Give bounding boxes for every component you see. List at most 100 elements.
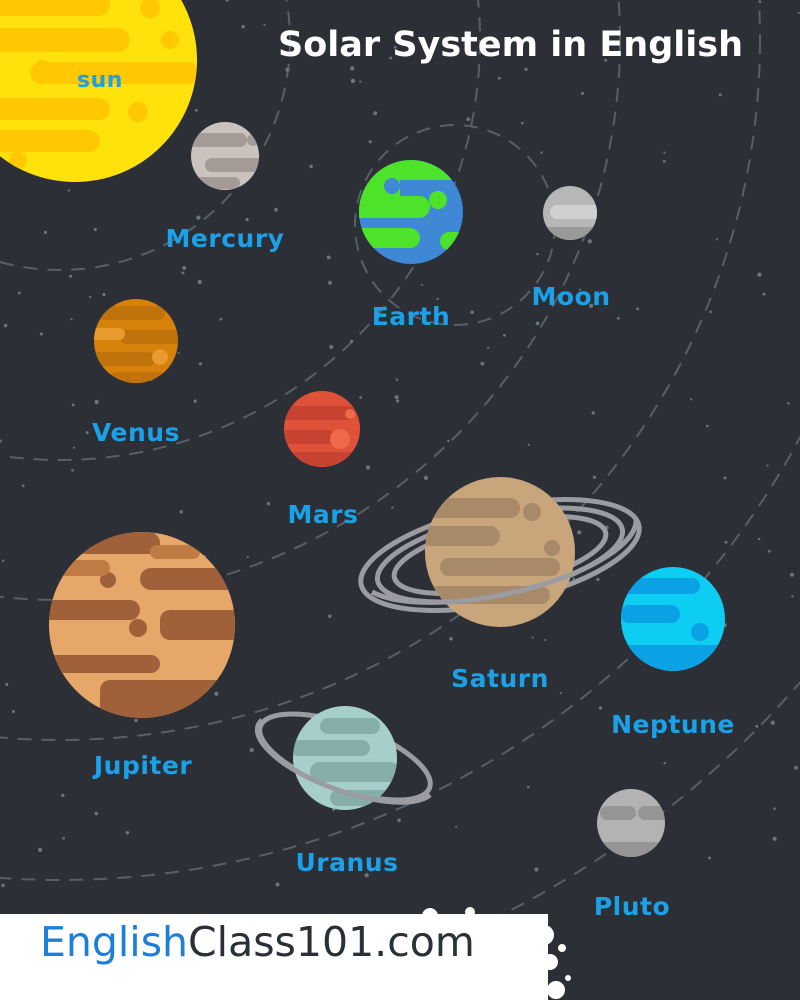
star — [373, 111, 378, 116]
star — [245, 217, 249, 222]
star — [455, 825, 458, 828]
star — [263, 23, 266, 26]
star — [767, 549, 771, 553]
brand-logo[interactable]: EnglishClass101.com — [40, 922, 475, 963]
star — [193, 399, 197, 403]
star — [85, 431, 89, 435]
star — [790, 572, 794, 577]
star — [470, 310, 474, 315]
star — [773, 807, 776, 810]
star — [757, 537, 761, 541]
moon-planet — [543, 186, 597, 240]
star — [349, 339, 354, 344]
star — [580, 91, 585, 95]
star — [757, 272, 762, 277]
star — [182, 265, 187, 270]
star — [225, 0, 229, 2]
star — [534, 867, 539, 872]
star — [274, 207, 278, 212]
label-mars: Mars — [287, 500, 359, 529]
star — [94, 811, 98, 816]
star — [275, 882, 280, 887]
star — [587, 239, 592, 244]
star — [37, 847, 43, 853]
star — [598, 706, 603, 710]
star — [724, 540, 728, 544]
star — [69, 274, 73, 278]
star — [423, 475, 429, 481]
star — [577, 530, 582, 535]
star — [449, 636, 453, 641]
star — [662, 159, 666, 163]
star — [787, 402, 790, 405]
star — [214, 691, 219, 696]
star — [0, 439, 2, 443]
star — [772, 836, 777, 841]
star — [249, 747, 254, 753]
star — [179, 510, 184, 514]
star — [197, 279, 202, 285]
star — [723, 476, 727, 480]
star — [326, 255, 331, 260]
star — [540, 151, 543, 154]
star — [395, 378, 399, 381]
star — [531, 636, 534, 639]
star — [89, 295, 92, 299]
star — [527, 443, 530, 446]
star — [690, 398, 693, 401]
star — [572, 577, 575, 580]
star — [447, 439, 450, 443]
star — [663, 151, 666, 154]
star — [246, 555, 249, 559]
star — [93, 227, 97, 232]
star — [718, 93, 722, 97]
star — [39, 332, 43, 336]
venus-planet — [94, 299, 178, 383]
star — [61, 793, 65, 798]
label-moon: Moon — [531, 282, 611, 311]
star — [359, 80, 362, 83]
solar-system-poster: Solar System in English sun Mercury Eart… — [0, 0, 800, 1000]
star — [592, 475, 597, 479]
star — [596, 577, 600, 582]
star — [503, 334, 506, 337]
star — [196, 215, 201, 220]
star — [11, 709, 15, 714]
star — [94, 399, 99, 405]
star — [766, 464, 769, 467]
star — [395, 399, 400, 403]
star — [397, 818, 401, 823]
star — [527, 785, 530, 789]
star — [758, 0, 762, 4]
star — [329, 345, 334, 349]
star — [43, 230, 48, 234]
star — [102, 292, 106, 297]
star — [535, 321, 540, 326]
star — [5, 682, 9, 686]
star — [177, 351, 180, 355]
label-saturn: Saturn — [451, 664, 549, 693]
space-scene — [0, 0, 800, 1000]
pluto-planet — [597, 789, 665, 857]
star — [436, 297, 439, 301]
label-pluto: Pluto — [593, 892, 671, 921]
star — [309, 164, 313, 169]
mars-planet — [284, 391, 360, 467]
star — [198, 362, 203, 366]
star — [17, 291, 21, 295]
star — [359, 396, 362, 399]
star — [350, 78, 356, 84]
star — [793, 765, 798, 770]
star — [285, 67, 290, 72]
star — [663, 761, 666, 765]
star — [521, 121, 524, 125]
star — [1, 559, 5, 562]
star — [762, 292, 766, 296]
star — [328, 280, 332, 285]
star — [755, 724, 759, 728]
star — [480, 361, 485, 366]
label-mercury: Mercury — [165, 224, 285, 253]
star — [487, 346, 490, 349]
label-uranus: Uranus — [295, 848, 399, 877]
star — [715, 238, 719, 241]
